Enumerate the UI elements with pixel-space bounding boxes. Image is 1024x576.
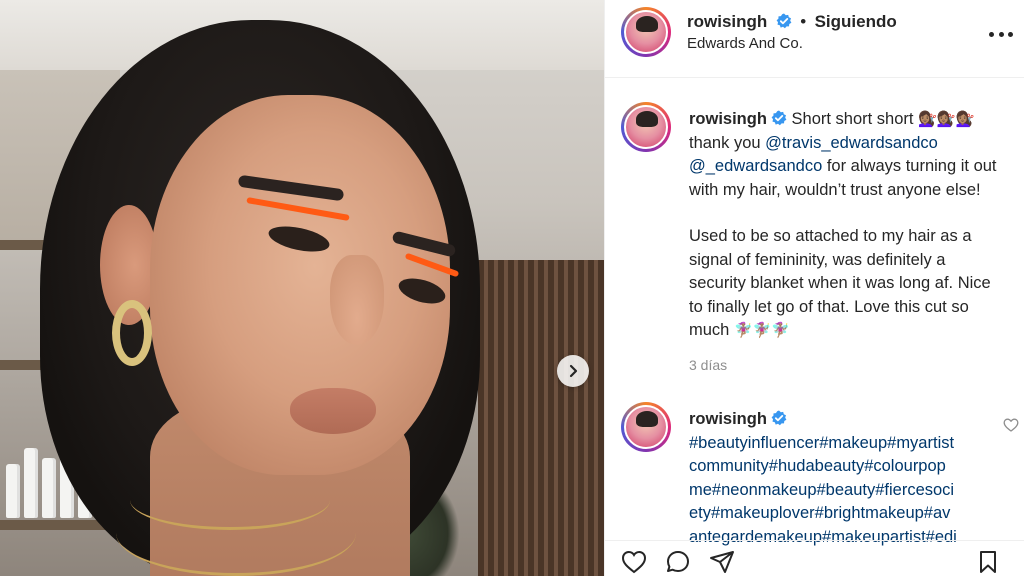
caption-username[interactable]: rowisingh xyxy=(689,110,767,128)
header-title-row: rowisingh • Siguiendo xyxy=(687,12,897,32)
verified-badge-icon xyxy=(771,110,787,126)
hashtag-line[interactable]: me#neonmakeup#beauty#fiercesoci xyxy=(689,481,954,499)
following-button[interactable]: Siguiendo xyxy=(815,12,897,31)
share-icon[interactable] xyxy=(709,549,735,575)
location-link[interactable]: Edwards And Co. xyxy=(687,35,803,52)
hashtag-line[interactable]: ety#makeuplover#brightmakeup#av xyxy=(689,504,950,522)
dot-icon xyxy=(998,31,1004,37)
chevron-right-icon xyxy=(569,364,578,378)
verified-badge-icon xyxy=(776,13,792,29)
fairy-emoji-icon: 🧚🏽‍♀️🧚🏽‍♀️🧚🏽‍♀️ xyxy=(733,322,790,339)
post-header: rowisingh • Siguiendo Edwards And Co. xyxy=(605,0,1024,78)
post-actions-bar xyxy=(605,540,1024,576)
photo-earring xyxy=(112,300,152,366)
comment-icon[interactable] xyxy=(665,549,691,575)
avatar[interactable] xyxy=(621,402,671,452)
caption-text: rowisingh Short short short 💇🏽‍♀️💇🏽‍♀️💇🏽… xyxy=(689,108,999,343)
header-username[interactable]: rowisingh xyxy=(687,12,767,31)
mention-link[interactable]: @travis_edwardsandco xyxy=(765,134,938,152)
caption: rowisingh Short short short 💇🏽‍♀️💇🏽‍♀️💇🏽… xyxy=(605,100,1024,390)
avatar[interactable] xyxy=(621,102,671,152)
avatar-image xyxy=(624,10,668,54)
photo-bottle xyxy=(6,464,20,518)
haircut-emoji-icon: 💇🏽‍♀️💇🏽‍♀️💇🏽‍♀️ xyxy=(918,111,975,128)
more-options-button[interactable] xyxy=(989,24,1013,44)
caption-thanks: thank you xyxy=(689,133,761,152)
comment-username[interactable]: rowisingh xyxy=(689,410,767,428)
carousel-next-button[interactable] xyxy=(557,355,589,387)
like-heart-icon[interactable] xyxy=(1003,417,1019,433)
avatar-image xyxy=(624,405,668,449)
photo-lips xyxy=(290,388,376,434)
paragraph-break xyxy=(689,202,999,225)
verified-badge-icon xyxy=(771,410,787,426)
photo-bottle xyxy=(42,458,56,518)
photo-necklace xyxy=(116,490,356,576)
post-photo[interactable] xyxy=(0,0,604,576)
mention-link[interactable]: @_edwardsandco xyxy=(689,157,822,175)
post-side-panel: rowisingh • Siguiendo Edwards And Co. ro… xyxy=(604,0,1024,576)
avatar[interactable] xyxy=(621,7,671,57)
caption-timestamp[interactable]: 3 días xyxy=(689,357,727,373)
photo-bottle xyxy=(24,448,38,518)
dot-icon xyxy=(1008,31,1013,37)
dot-icon xyxy=(989,31,994,37)
photo-blinds xyxy=(478,260,604,576)
photo-nose xyxy=(330,255,384,345)
bookmark-icon[interactable] xyxy=(975,549,1001,575)
hashtag-line[interactable]: community#hudabeauty#colourpop xyxy=(689,457,946,475)
comment-item: rowisingh #beautyinfluencer#makeup#myart… xyxy=(605,400,1024,546)
header-separator: • xyxy=(800,12,807,31)
avatar-image xyxy=(624,105,668,149)
hashtag-line[interactable]: #beautyinfluencer#makeup#myartist xyxy=(689,434,954,452)
like-icon[interactable] xyxy=(621,549,647,575)
caption-intro: Short short short xyxy=(791,110,914,128)
comment-text: rowisingh #beautyinfluencer#makeup#myart… xyxy=(689,408,999,549)
